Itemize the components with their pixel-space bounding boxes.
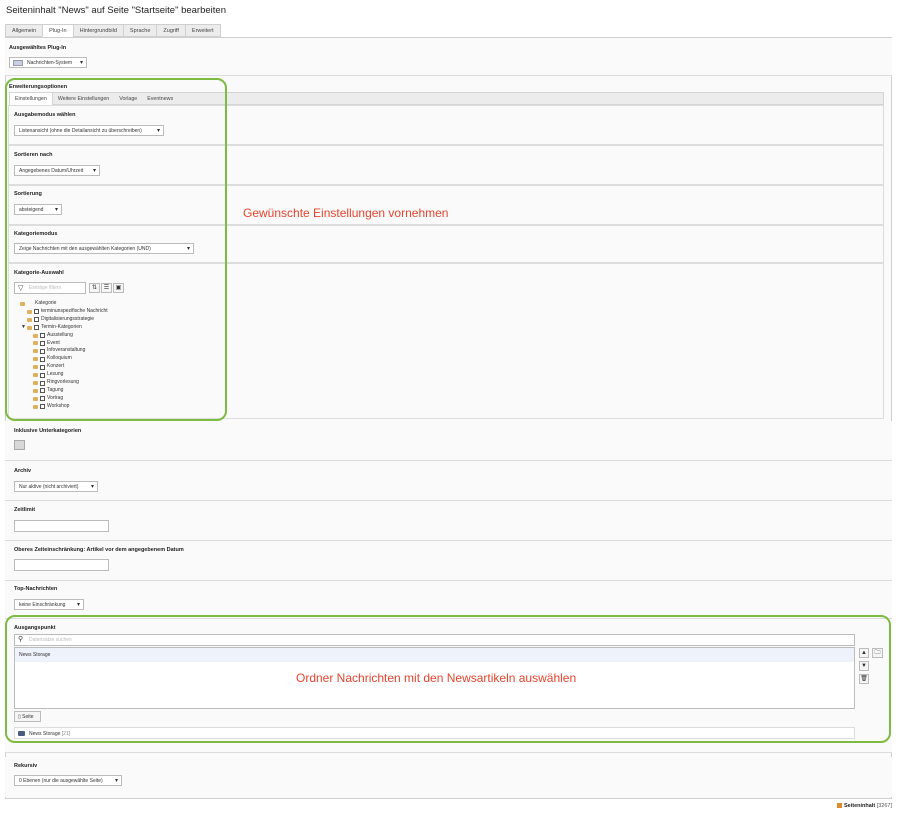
archiv-select[interactable]: Nur aktive (nicht archiviert) bbox=[14, 481, 98, 492]
oberes-label: Oberes Zeiteinschränkung: Artikel vor de… bbox=[14, 547, 184, 553]
annotation-box-settings bbox=[5, 78, 227, 421]
plugin-select[interactable]: Nachrichten-System bbox=[9, 57, 87, 68]
content-element-icon bbox=[837, 803, 843, 809]
plugin-label: Ausgewähltes Plug-In bbox=[9, 45, 67, 51]
footer-record-info: Seiteninhalt [3267] bbox=[837, 803, 892, 809]
plugin-select-value: Nachrichten-System bbox=[27, 60, 73, 66]
unterkategorien-section bbox=[5, 421, 892, 461]
footer-label: Seiteninhalt bbox=[844, 803, 876, 809]
archiv-section bbox=[5, 461, 892, 501]
tab-sprache[interactable]: Sprache bbox=[122, 24, 157, 37]
tab-allgemein[interactable]: Allgemein bbox=[5, 24, 43, 37]
top-label: Top-Nachrichten bbox=[14, 586, 58, 592]
top-select[interactable]: keine Einschränkung bbox=[14, 599, 84, 610]
plugin-icon bbox=[13, 60, 23, 66]
annotation-text-ausgangspunkt: Ordner Nachrichten mit den Newsartikeln … bbox=[296, 671, 577, 685]
archiv-label: Archiv bbox=[14, 468, 32, 474]
rekursiv-select[interactable]: 0 Ebenen (nur die ausgewählte Seite) bbox=[14, 775, 122, 786]
page-title: Seiteninhalt "News" auf Seite "Startseit… bbox=[6, 5, 226, 16]
footer-id: [3267] bbox=[876, 803, 892, 809]
unterkategorien-checkbox[interactable] bbox=[14, 440, 25, 450]
rekursiv-section bbox=[5, 757, 892, 797]
tab-hintergrundbild[interactable]: Hintergrundbild bbox=[72, 24, 123, 37]
main-tabs: Allgemein Plug-In Hintergrundbild Sprach… bbox=[5, 24, 221, 37]
tab-zugriff[interactable]: Zugriff bbox=[156, 24, 185, 37]
plugin-section bbox=[5, 38, 892, 76]
oberes-input[interactable] bbox=[14, 559, 109, 571]
zeitlimit-section bbox=[5, 501, 892, 541]
tab-plugin[interactable]: Plug-In bbox=[42, 24, 73, 37]
unterkategorien-label: Inklusive Unterkategorien bbox=[14, 428, 82, 434]
annotation-text-settings: Gewünschte Einstellungen vornehmen bbox=[243, 206, 449, 220]
zeitlimit-input[interactable] bbox=[14, 520, 109, 532]
top-section bbox=[5, 581, 892, 619]
zeitlimit-label: Zeitlimit bbox=[14, 507, 36, 513]
rekursiv-label: Rekursiv bbox=[14, 763, 38, 769]
tab-erweitert[interactable]: Erweitert bbox=[184, 24, 221, 37]
